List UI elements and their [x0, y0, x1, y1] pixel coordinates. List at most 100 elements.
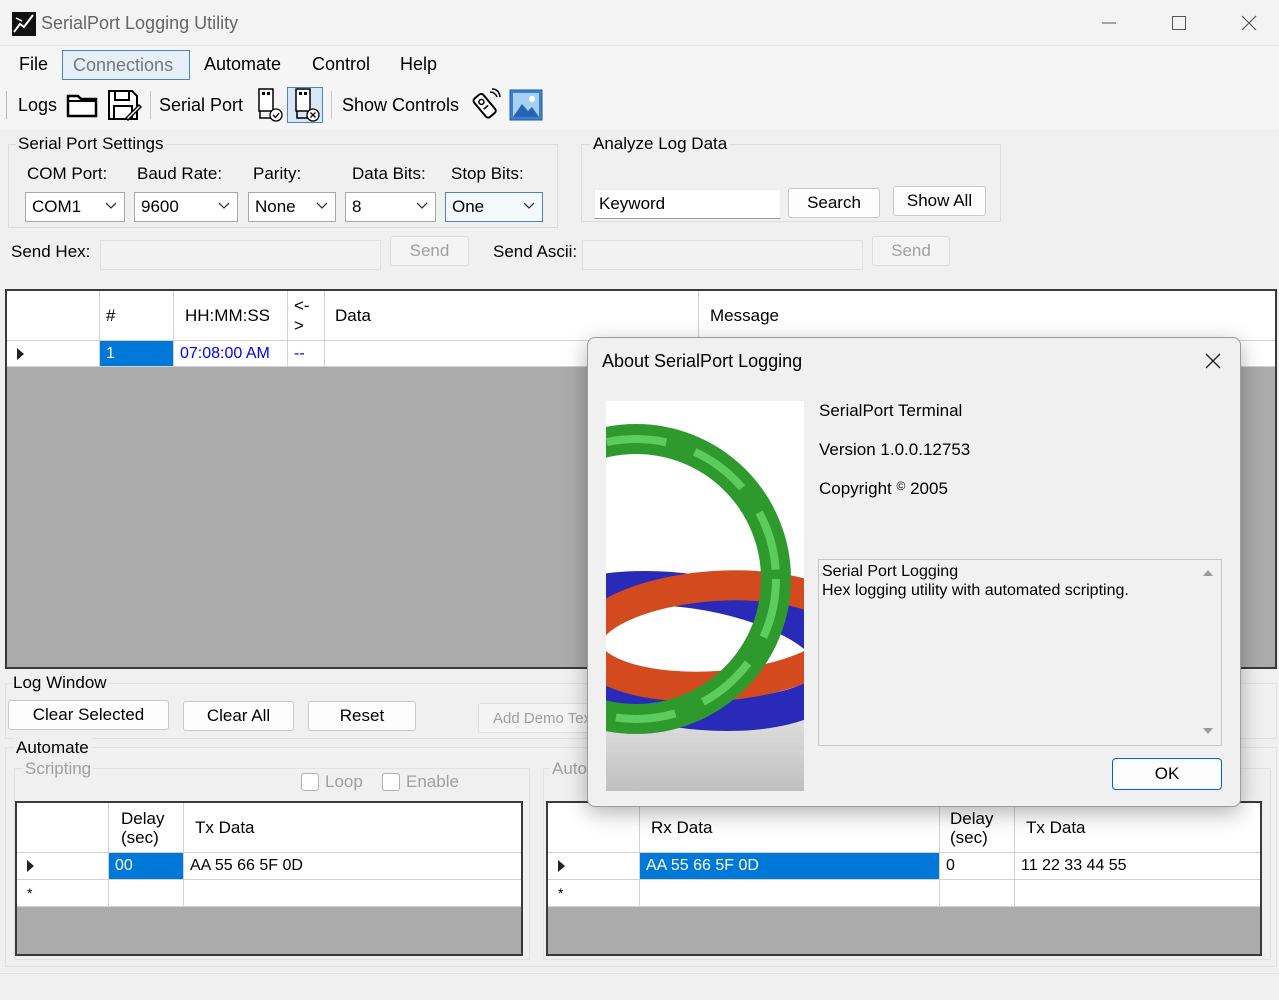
maximize-button[interactable] — [1144, 0, 1214, 46]
row-header[interactable] — [17, 853, 109, 880]
clear-all-button[interactable]: Clear All — [183, 701, 294, 731]
parity-select[interactable]: None — [248, 192, 336, 222]
toolbar: Logs Serial Port Show Controls — [0, 83, 1279, 130]
remote-control-button[interactable] — [466, 87, 502, 123]
toolbar-grip — [6, 91, 7, 119]
row-header[interactable] — [7, 341, 100, 367]
menu-automate[interactable]: Automate — [194, 50, 291, 80]
add-demo-text-button[interactable]: Add Demo Tex — [478, 703, 588, 733]
new-row-cell-tx-data[interactable] — [1015, 880, 1260, 907]
enable-checkbox[interactable] — [382, 773, 400, 791]
new-row-cell-rx-data[interactable] — [640, 880, 940, 907]
new-row-cell-delay[interactable] — [109, 880, 184, 907]
disconnect-button[interactable] — [287, 87, 323, 123]
table-row[interactable]: AA 55 66 5F 0D 0 11 22 33 44 55 — [548, 853, 1260, 880]
image-view-button[interactable] — [508, 87, 544, 123]
row-header[interactable] — [548, 853, 640, 880]
chevron-down-icon — [416, 202, 428, 209]
connect-button[interactable] — [250, 87, 286, 123]
current-row-icon — [27, 860, 34, 872]
menu-control[interactable]: Control — [302, 50, 380, 80]
ok-button[interactable]: OK — [1112, 758, 1222, 790]
delay-header-line1: Delay — [950, 808, 994, 828]
cell-tx-data[interactable]: AA 55 66 5F 0D — [184, 853, 521, 880]
table-row[interactable]: 00 AA 55 66 5F 0D — [17, 853, 521, 880]
window-title: SerialPort Logging Utility — [41, 13, 239, 33]
copyright-label: Copyright — [819, 479, 892, 498]
loop-label: Loop — [325, 772, 363, 791]
copyright-year: 2005 — [910, 479, 948, 498]
search-button[interactable]: Search — [788, 188, 880, 218]
loop-checkbox[interactable] — [301, 773, 319, 791]
baud-rate-select[interactable]: 9600 — [134, 192, 238, 222]
menu-file[interactable]: File — [9, 50, 58, 80]
stop-bits-select[interactable]: One — [445, 192, 543, 222]
dialog-close-button[interactable] — [1198, 348, 1228, 374]
new-row[interactable]: * — [548, 880, 1260, 907]
show-all-button[interactable]: Show All — [893, 186, 986, 216]
column-header-time[interactable]: HH:MM:SS — [174, 291, 288, 341]
close-button[interactable] — [1214, 0, 1279, 46]
script-grid-header: Delay (sec) Tx Data — [17, 803, 521, 853]
analyze-log-title: Analyze Log Data — [591, 134, 730, 154]
delay-header-line2: (sec) — [121, 827, 159, 847]
cell-direction[interactable]: -- — [288, 341, 325, 367]
description-textbox[interactable]: Serial Port Logging Hex logging utility … — [818, 559, 1222, 746]
keyword-input[interactable]: Keyword — [594, 189, 781, 219]
new-row-cell-tx-data[interactable] — [184, 880, 521, 907]
reset-button[interactable]: Reset — [308, 701, 416, 731]
version-text: Version 1.0.0.12753 — [819, 440, 971, 459]
column-header-direction[interactable]: <-> — [288, 291, 325, 341]
column-header-data[interactable]: Data — [325, 291, 699, 341]
minimize-button[interactable] — [1074, 0, 1144, 46]
product-logo-image — [606, 401, 804, 791]
baud-rate-value: 9600 — [141, 197, 179, 216]
data-bits-select[interactable]: 8 — [345, 192, 436, 222]
new-row[interactable]: * — [17, 880, 521, 907]
send-hex-button[interactable]: Send — [390, 236, 469, 266]
cell-delay[interactable]: 0 — [940, 853, 1015, 880]
response-grid[interactable]: Rx Data Delay (sec) Tx Data AA 55 66 5F … — [546, 801, 1262, 956]
column-header-delay[interactable]: Delay (sec) — [109, 803, 184, 853]
menu-help[interactable]: Help — [390, 50, 447, 80]
send-ascii-button[interactable]: Send — [872, 236, 950, 266]
description-scrollbar[interactable] — [1195, 560, 1221, 745]
scripting-title: Scripting — [23, 759, 94, 779]
new-row-cell-delay[interactable] — [940, 880, 1015, 907]
com-port-select[interactable]: COM1 — [25, 192, 125, 222]
automate-title: Automate — [14, 738, 91, 758]
row-header-corner — [17, 803, 109, 853]
clear-selected-button[interactable]: Clear Selected — [8, 700, 169, 730]
column-header-message[interactable]: Message — [699, 291, 1275, 341]
column-header-delay[interactable]: Delay (sec) — [940, 803, 1015, 853]
remote-control-icon — [472, 88, 501, 119]
save-log-button[interactable] — [106, 87, 142, 123]
column-header-rx-data[interactable]: Rx Data — [640, 803, 940, 853]
response-grid-header: Rx Data Delay (sec) Tx Data — [548, 803, 1260, 853]
menu-connections[interactable]: Connections — [62, 50, 190, 80]
cell-delay[interactable]: 00 — [109, 853, 184, 880]
log-window-title: Log Window — [11, 673, 109, 693]
send-hex-input[interactable] — [100, 240, 381, 270]
column-header-tx-data[interactable]: Tx Data — [1015, 803, 1260, 853]
send-ascii-input[interactable] — [582, 240, 863, 270]
new-row-icon: * — [17, 880, 109, 907]
auto-response-title: Auto — [550, 759, 589, 779]
logs-label: Logs — [18, 95, 58, 115]
open-folder-button[interactable] — [64, 87, 100, 123]
script-grid[interactable]: Delay (sec) Tx Data 00 AA 55 66 5F 0D * — [15, 801, 523, 956]
baud-rate-label: Baud Rate: — [137, 164, 223, 183]
cell-time[interactable]: 07:08:00 AM — [174, 341, 288, 367]
about-dialog[interactable]: About SerialPort Logging SerialPort Term… — [587, 337, 1241, 807]
current-row-icon — [558, 860, 565, 872]
parity-value: None — [255, 197, 296, 216]
cell-tx-data[interactable]: 11 22 33 44 55 — [1015, 853, 1260, 880]
column-header-tx-data[interactable]: Tx Data — [184, 803, 521, 853]
cell-rx-data[interactable]: AA 55 66 5F 0D — [640, 853, 940, 880]
send-hex-label: Send Hex: — [11, 242, 91, 261]
cell-number[interactable]: 1 — [100, 341, 174, 367]
parity-label: Parity: — [253, 164, 302, 183]
column-header-number[interactable]: # — [100, 291, 174, 341]
title-bar: SerialPort Logging Utility — [0, 0, 1279, 46]
usb-connect-icon — [258, 88, 283, 122]
